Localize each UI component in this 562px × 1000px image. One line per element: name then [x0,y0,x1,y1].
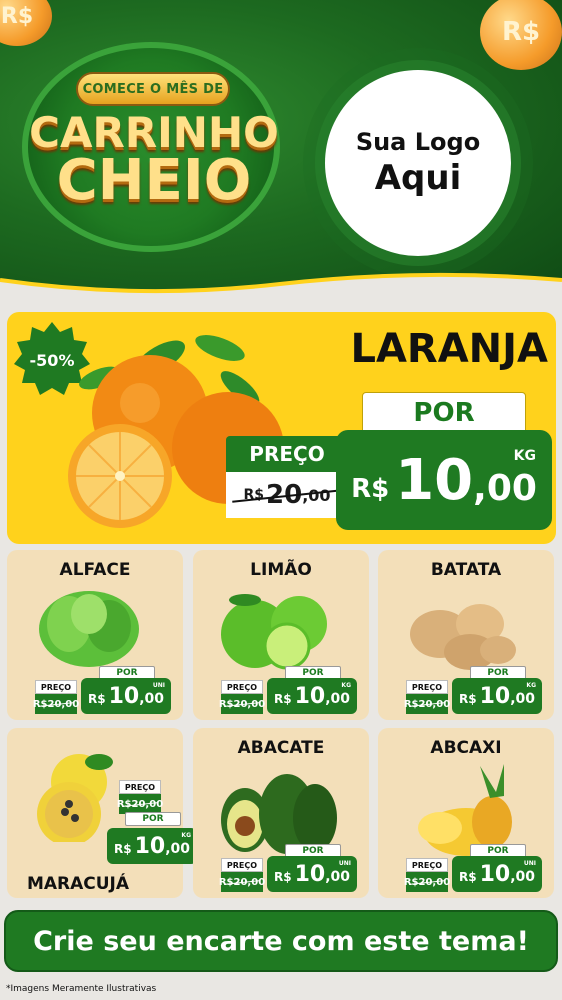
coin-left: R$ [0,0,52,46]
logo-text-line2: Aqui [374,158,462,198]
preco-label: PREÇO [406,680,448,694]
unit-label: KG [181,832,191,839]
header-banner: R$ R$ COMECE O MÊS DE CARRINHO CHEIO Sua… [0,0,562,300]
unit-label: KG [341,682,351,689]
old-price-value: R$20,00 [117,794,163,814]
product-name: ALFACE [59,560,131,580]
unit-label: UNI [523,860,536,867]
product-old-price: PREÇOR$20,00 [33,680,79,714]
featured-preco-label: PREÇO [226,436,348,472]
featured-por-label: POR [362,392,526,434]
old-price-value: R$20,00 [219,694,265,714]
product-name: MARACUJÁ [26,874,130,894]
preco-label: PREÇO [406,858,448,872]
old-price-value: R$20,00 [219,872,265,892]
product-old-price: PREÇOR$20,00 [219,680,265,714]
preco-label: PREÇO [221,680,263,694]
product-name: BATATA [430,560,502,580]
product-old-price: PREÇOR$20,00 [219,858,265,892]
product-price: R$ 10,00 UNI [267,856,357,892]
footer-disclaimer: *Imagens Meramente Ilustrativas [6,984,157,994]
headline-line2: CHEIO [56,148,252,213]
unit-label: UNI [338,860,351,867]
logo-text-line1: Sua Logo [355,128,481,156]
preco-label: PREÇO [35,680,77,694]
unit-label: UNI [152,682,165,689]
header-wave [0,272,562,300]
product-name: ABCAXI [430,738,502,758]
product-price: R$ 10,00 UNI [81,678,171,714]
product-old-price: PREÇOR$20,00 [404,680,450,714]
preco-label: PREÇO [119,780,161,794]
product-old-price: PREÇOR$20,00 [404,858,450,892]
featured-unit: KG [513,448,536,464]
coin-right: R$ [480,0,562,70]
featured-product-name: LARANJA [350,326,548,372]
product-name: LIMÃO [250,560,312,580]
featured-old-price-value: R$20,00 [226,472,348,518]
product-price: R$ 10,00 UNI [452,856,542,892]
product-price: R$ 10,00 KG [267,678,357,714]
unit-label: KG [526,682,536,689]
product-old-price: PREÇOR$20,00 [117,780,163,814]
product-name: ABACATE [237,738,325,758]
por-label: POR [125,812,181,826]
logo-placeholder: Sua Logo Aqui [325,70,511,256]
headline-small: COMECE O MÊS DE [76,72,230,106]
old-price-value: R$20,00 [404,694,450,714]
old-price-value: R$20,00 [404,872,450,892]
product-price: R$ 10,00 KG [452,678,542,714]
featured-price: R$ 10,00 KG [336,430,552,530]
featured-old-price: PREÇO R$20,00 [226,436,348,518]
old-price-value: R$20,00 [33,694,79,714]
product-price: R$ 10,00 KG [107,828,197,864]
cta-banner[interactable]: Crie seu encarte com este tema! [4,910,558,972]
preco-label: PREÇO [221,858,263,872]
